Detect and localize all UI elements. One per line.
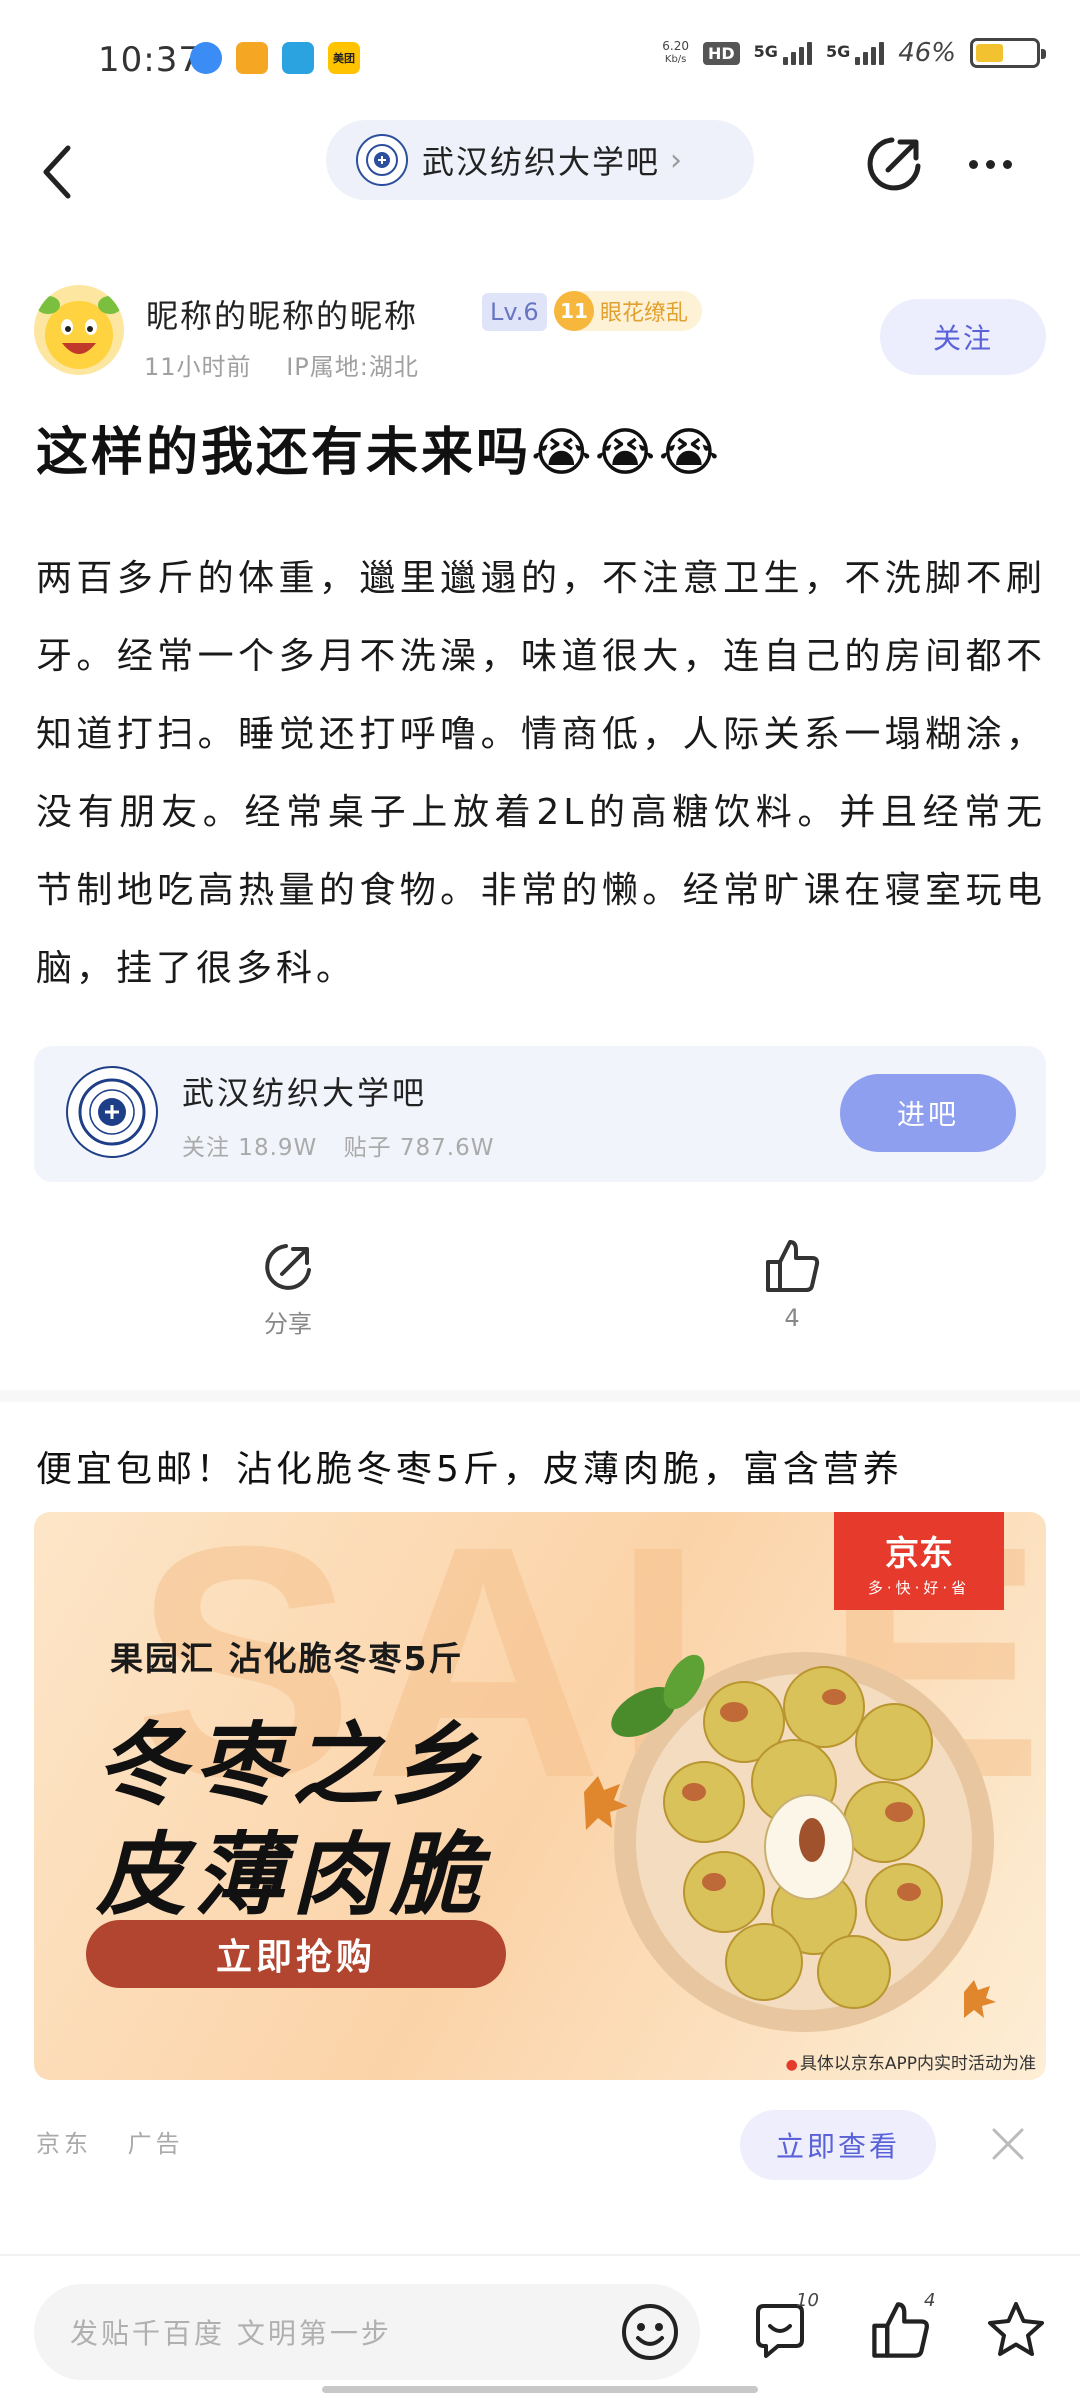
ad-disclaimer: 具体以京东APP内实时活动为准 [786, 2049, 1036, 2074]
forum-card[interactable]: 武汉纺织大学吧 关注 18.9W 贴子 787.6W 进吧 [34, 1046, 1046, 1182]
university-logo-icon [66, 1066, 158, 1158]
more-dot-icon [1002, 159, 1012, 169]
like-button[interactable] [868, 2298, 932, 2362]
bottom-bar: 发贴千百度 文明第一步 10 4 [0, 2254, 1080, 2400]
meituan-icon: 美团 [328, 42, 360, 74]
post-title: 这样的我还有未来吗😭😭😭 [36, 423, 723, 483]
forum-pill[interactable]: 武汉纺织大学吧 › [326, 120, 754, 200]
enter-forum-button[interactable]: 进吧 [840, 1074, 1016, 1152]
view-now-button[interactable]: 立即查看 [740, 2110, 936, 2180]
chevron-right-icon: › [670, 142, 683, 178]
favorite-button[interactable] [984, 2298, 1048, 2362]
telegram-icon [282, 42, 314, 74]
ad-tag: 广告 [127, 2130, 184, 2158]
forum-card-name: 武汉纺织大学吧 [182, 1074, 428, 1112]
author-meta: 11小时前 IP属地:湖北 [144, 347, 419, 382]
jd-logo: 京东 多·快·好·省 [834, 1512, 1004, 1610]
avatar-emoji-icon [36, 296, 122, 369]
emoji-icon [622, 2304, 678, 2360]
kuaishou-icon [236, 42, 268, 74]
net-speed: 6.20 Kb/s [662, 39, 689, 65]
back-arrow-icon [43, 145, 71, 199]
more-options-button[interactable] [958, 132, 1022, 196]
forum-pill-name: 武汉纺织大学吧 [422, 143, 661, 181]
follow-button[interactable]: 关注 [880, 299, 1046, 375]
post-time: 11小时前 [144, 353, 252, 381]
ad-subhead: 果园汇 沾化脆冬枣5斤 [110, 1639, 464, 1678]
sim2-signal-icon: 5G [826, 41, 885, 65]
status-right: 6.20 Kb/s HD 5G 5G 46% [662, 38, 1046, 68]
jd-slogan: 多·快·好·省 [867, 1579, 971, 1597]
section-divider [0, 1390, 1080, 1402]
rank-badge: 11 眼花缭乱 [554, 291, 703, 331]
back-button[interactable] [40, 132, 100, 212]
qq-browser-icon [190, 42, 222, 74]
comment-count: 10 [796, 2290, 819, 2311]
jd-brand-name: 京东 [885, 1534, 953, 1574]
star-icon [988, 2302, 1044, 2356]
author-name[interactable]: 昵称的昵称的昵称 [146, 291, 418, 337]
ad-buy-now-button[interactable]: 立即抢购 [86, 1920, 506, 1988]
close-icon [992, 2128, 1024, 2160]
home-indicator[interactable] [322, 2386, 758, 2393]
thumbs-up-icon [766, 1240, 820, 1292]
rank-title: 眼花缭乱 [600, 301, 689, 326]
ad-headline-2: 皮薄肉脆 [96, 1823, 488, 1928]
forum-posts: 贴子 787.6W [343, 1135, 495, 1161]
share-icon [265, 1244, 311, 1290]
avatar[interactable] [34, 285, 124, 375]
status-time: 10:37 [98, 40, 201, 80]
battery-icon [970, 38, 1046, 68]
close-ad-button[interactable] [984, 2120, 1032, 2168]
ad-title[interactable]: 便宜包邮！沾化脆冬枣5斤，皮薄肉脆，富含营养 [36, 1440, 903, 1492]
battery-percent: 46% [898, 38, 956, 68]
hd-icon: HD [703, 41, 740, 65]
share-action[interactable]: 分享 [208, 1240, 368, 1339]
author-row: 昵称的昵称的昵称 Lv.6 11 眼花缭乱 11小时前 IP属地:湖北 关注 [34, 285, 1054, 395]
top-nav: 武汉纺织大学吧 › [0, 120, 1080, 250]
ad-source-name: 京东 [36, 2130, 92, 2158]
status-bar: 10:37 美团 6.20 Kb/s HD 5G 5G 46% [0, 0, 1080, 120]
more-dot-icon [985, 159, 995, 169]
forum-card-stats: 关注 18.9W 贴子 787.6W [182, 1128, 494, 1162]
forum-followers: 关注 18.9W [182, 1135, 318, 1161]
jujube-bowl-image [584, 1652, 996, 2032]
post-body: 两百多斤的体重，邋里邋遢的，不注意卫生，不洗脚不刷牙。经常一个多月不洗澡，味道很… [36, 558, 1046, 989]
share-button[interactable] [862, 132, 926, 196]
thumbs-up-icon [872, 2302, 929, 2358]
level-badge: Lv.6 [482, 293, 547, 331]
emoji-button[interactable] [618, 2300, 682, 2364]
rank-number: 11 [554, 291, 594, 331]
forum-logo-icon [356, 134, 408, 186]
share-icon [867, 137, 921, 191]
ad-source: 京东 广告 [36, 2124, 184, 2159]
ip-location: IP属地:湖北 [286, 353, 419, 381]
battery-fill [976, 44, 1003, 62]
notification-icons: 美团 [190, 42, 360, 74]
like-action[interactable]: 4 [712, 1236, 872, 1332]
sim1-signal-icon: 5G [754, 41, 812, 65]
share-label: 分享 [264, 1310, 312, 1338]
more-dot-icon [968, 159, 978, 169]
comment-input[interactable]: 发贴千百度 文明第一步 [34, 2284, 700, 2380]
bottom-like-count: 4 [924, 2290, 936, 2311]
like-count: 4 [784, 1304, 800, 1332]
ad-banner[interactable]: SALE 京东 多·快·好·省 果园汇 沾化脆冬枣5斤 冬枣之乡 皮薄肉脆 立即… [34, 1512, 1046, 2080]
